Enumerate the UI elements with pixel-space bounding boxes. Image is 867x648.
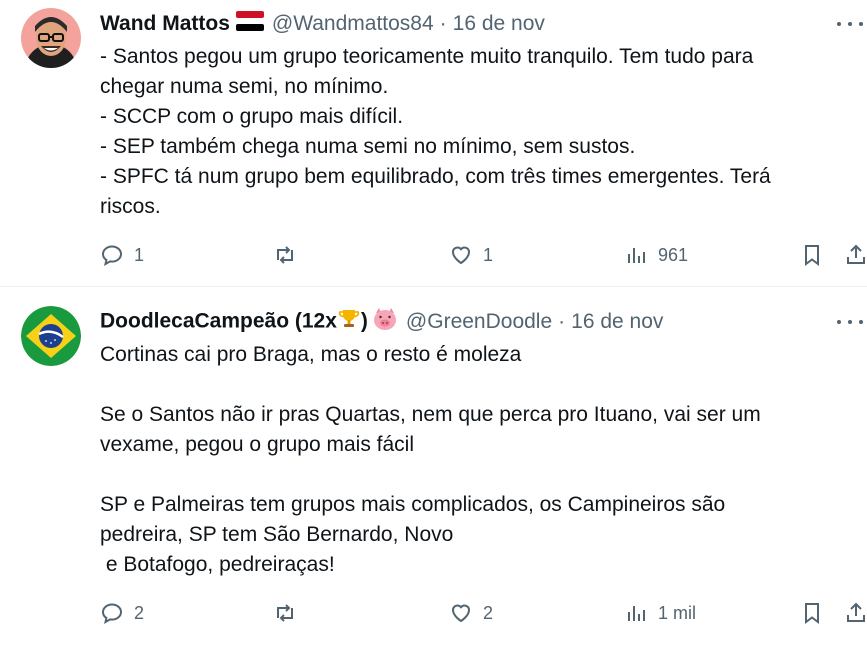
views-icon: [628, 606, 645, 621]
tweet-text-line: [100, 460, 847, 490]
tweet[interactable]: DoodlecaCampeão (12x ) @GreenDoodle · 16…: [0, 288, 867, 648]
bookmark-icon: [805, 245, 819, 266]
share-button[interactable]: [844, 598, 867, 628]
share-icon: [847, 244, 865, 264]
bookmark-button[interactable]: [800, 240, 824, 270]
reply-icon: [101, 245, 123, 266]
tweet-date[interactable]: 16 de nov: [453, 12, 545, 36]
tweet-text-line: riscos.: [100, 195, 161, 218]
author-handle[interactable]: @Wandmattos84: [272, 12, 434, 36]
bookmark-button[interactable]: [800, 598, 824, 628]
reply-icon: [101, 603, 123, 624]
tweet-text-line: e Botafogo, pedreiraças!: [100, 553, 335, 576]
share-button[interactable]: [844, 240, 867, 270]
views-button[interactable]: 961: [624, 240, 688, 270]
repost-button[interactable]: [273, 240, 307, 270]
views-count: 961: [658, 244, 689, 265]
timeline-feed: Wand Mattos @Wandmattos84 · 16 de nov - …: [0, 0, 867, 648]
tweet-text-line: - SCCP com o grupo mais difícil.: [100, 105, 404, 128]
avatar[interactable]: [21, 306, 81, 366]
tweet-date[interactable]: 16 de nov: [571, 310, 663, 334]
tweet-text-line: - Santos pegou um grupo teoricamente mui…: [100, 45, 754, 68]
share-icon: [847, 602, 865, 622]
repost-icon: [277, 604, 293, 622]
author-name[interactable]: Wand Mattos: [100, 12, 230, 36]
tweet-text-line: vexame, pegou o grupo mais fácil: [100, 433, 415, 456]
author-handle[interactable]: @GreenDoodle: [406, 310, 552, 334]
author-name[interactable]: DoodlecaCampeão (12x ): [100, 307, 368, 337]
like-icon: [451, 604, 471, 623]
views-button[interactable]: 1 mil: [624, 598, 696, 628]
author-name-text: DoodlecaCampeão (12x: [100, 309, 337, 333]
more-icon[interactable]: [837, 312, 863, 332]
tweet-text-line: chegar numa semi, no mínimo.: [100, 75, 389, 98]
author-name-suffix: ): [360, 309, 368, 333]
tweet-text-line: SP e Palmeiras tem grupos mais complicad…: [100, 493, 726, 516]
tweet-text-line: - SPFC tá num grupo bem equilibrado, com…: [100, 165, 771, 188]
tweet-header: DoodlecaCampeão (12x ) @GreenDoodle · 16…: [100, 307, 867, 337]
reply-button[interactable]: 1: [100, 240, 144, 270]
tweet[interactable]: Wand Mattos @Wandmattos84 · 16 de nov - …: [0, 0, 867, 287]
like-icon: [451, 246, 471, 265]
like-count: 1: [483, 244, 494, 265]
reply-button[interactable]: 2: [100, 598, 144, 628]
views-icon: [628, 248, 645, 263]
tweet-text: Cortinas cai pro Braga, mas o resto é mo…: [100, 340, 847, 580]
bookmark-icon: [805, 603, 819, 624]
tweet-text-line: - SEP também chega numa semi no mínimo, …: [100, 135, 636, 158]
repost-button[interactable]: [273, 598, 307, 628]
repost-icon: [277, 246, 293, 264]
like-count: 2: [483, 602, 494, 623]
separator-dot: ·: [439, 12, 447, 35]
tweet-header: Wand Mattos @Wandmattos84 · 16 de nov: [100, 9, 867, 39]
tweet-text-line: [100, 370, 847, 400]
separator-dot: ·: [558, 310, 566, 333]
trophy-icon: [337, 307, 361, 337]
reply-count: 1: [134, 244, 145, 265]
avatar[interactable]: [21, 8, 81, 68]
tweet-actions: 1 1 961: [100, 240, 867, 270]
tweet-actions: 2 2 1 mil: [100, 598, 867, 628]
tweet-text-line: Se o Santos não ir pras Quartas, nem que…: [100, 403, 761, 426]
pig-icon: [372, 307, 398, 337]
tweet-text: - Santos pegou um grupo teoricamente mui…: [100, 42, 847, 222]
tweet-text-line: pedreira, SP tem São Bernardo, Novo: [100, 523, 454, 546]
tweet-text-line: Cortinas cai pro Braga, mas o resto é mo…: [100, 343, 522, 366]
yemen-flag: [235, 11, 264, 37]
more-icon[interactable]: [837, 14, 863, 34]
like-button[interactable]: 2: [449, 598, 493, 628]
views-count: 1 mil: [658, 602, 697, 623]
like-button[interactable]: 1: [449, 240, 493, 270]
reply-count: 2: [134, 602, 145, 623]
